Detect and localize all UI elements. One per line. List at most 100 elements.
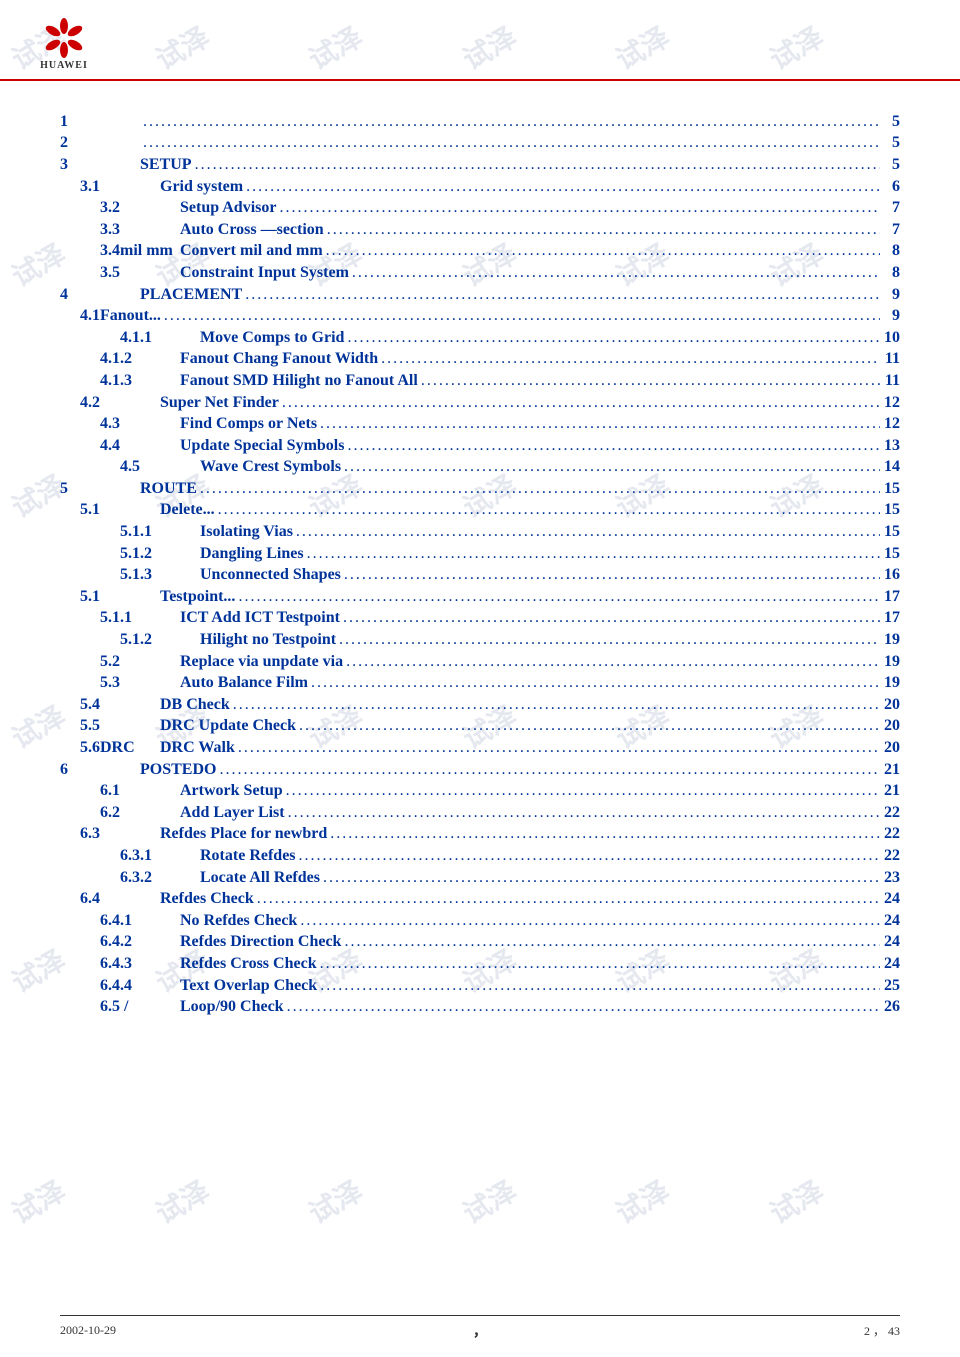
toc-row: 3.5Constraint Input System .............… bbox=[60, 262, 900, 284]
toc-row-num: 3.2 bbox=[60, 199, 180, 217]
toc-row-dots: ........................................… bbox=[216, 761, 880, 779]
toc-row: 5.4DB Check ............................… bbox=[60, 694, 900, 716]
toc-row-title: Unconnected Shapes bbox=[200, 566, 341, 584]
toc-row-page: 15 bbox=[880, 523, 900, 541]
toc-row-dots: ........................................… bbox=[344, 437, 880, 455]
toc-row-page: 5 bbox=[880, 156, 900, 174]
toc-row: 4.4Update Special Symbols ..............… bbox=[60, 435, 900, 457]
toc-row-title: Super Net Finder bbox=[160, 394, 279, 412]
toc-row-title: Auto Balance Film bbox=[180, 674, 308, 692]
toc-row: 6.5 /Loop/90 Check .....................… bbox=[60, 996, 900, 1018]
toc-row-title: Auto Cross —section bbox=[180, 221, 324, 239]
toc-row-dots: ........................................… bbox=[317, 415, 880, 433]
toc-row-page: 19 bbox=[880, 631, 900, 649]
toc-row: 6.3Refdes Place for newbrd .............… bbox=[60, 824, 900, 846]
toc-row-title: DB Check bbox=[160, 696, 230, 714]
toc-row-title: Locate All Refdes bbox=[200, 869, 320, 887]
toc-row-num: 4.1.1 bbox=[60, 329, 200, 347]
toc-row-num: 6.3.2 bbox=[60, 869, 200, 887]
toc-row-title: Isolating Vias bbox=[200, 523, 293, 541]
toc-row-page: 24 bbox=[880, 933, 900, 951]
toc-row: 5.1.2Hilight no Testpoint ..............… bbox=[60, 629, 900, 651]
toc-row-dots: ........................................… bbox=[341, 933, 880, 951]
footer-date: 2002-10-29 bbox=[60, 1323, 116, 1338]
toc-row-dots: ........................................… bbox=[284, 998, 880, 1016]
toc-row-dots: ........................................… bbox=[327, 825, 880, 843]
toc-row: 4.1.3Fanout SMD Hilight no Fanout All ..… bbox=[60, 370, 900, 392]
toc-row: 4.1.1Move Comps to Grid ................… bbox=[60, 327, 900, 349]
toc-row-num: 4.3 bbox=[60, 415, 180, 433]
toc-row-num: 4.1Fanout... bbox=[60, 307, 161, 325]
toc-row: 4.5Wave Crest Symbols ..................… bbox=[60, 457, 900, 479]
toc-row-num: 3.1 bbox=[60, 178, 160, 196]
toc-row: 5ROUTE .................................… bbox=[60, 478, 900, 500]
toc-row-page: 24 bbox=[880, 955, 900, 973]
toc-row-page: 22 bbox=[880, 804, 900, 822]
toc-row-title: Delete... bbox=[160, 501, 215, 519]
toc-row-page: 25 bbox=[880, 977, 900, 995]
huawei-logo-icon bbox=[40, 18, 88, 58]
toc-row: 5.1.2Dangling Lines ....................… bbox=[60, 543, 900, 565]
toc-row: 6.4.3Refdes Cross Check ................… bbox=[60, 953, 900, 975]
toc-row-page: 22 bbox=[880, 825, 900, 843]
toc-row-num: 4.2 bbox=[60, 394, 160, 412]
toc-row-title: Fanout SMD Hilight no Fanout All bbox=[180, 372, 418, 390]
toc-row-num: 5.6DRC bbox=[60, 739, 160, 757]
toc-row-num: 6.2 bbox=[60, 804, 180, 822]
toc-row-dots: ........................................… bbox=[378, 350, 880, 368]
toc-row-title: Refdes Cross Check bbox=[180, 955, 317, 973]
toc-row-dots: ........................................… bbox=[285, 804, 880, 822]
toc-row-title: Text Overlap Check bbox=[180, 977, 317, 995]
toc-row-page: 6 bbox=[880, 178, 900, 196]
toc-row-page: 9 bbox=[880, 286, 900, 304]
toc-row-page: 13 bbox=[880, 437, 900, 455]
toc-row-page: 15 bbox=[880, 545, 900, 563]
toc-row-num: 6.3.1 bbox=[60, 847, 200, 865]
toc-row-title: Find Comps or Nets bbox=[180, 415, 317, 433]
toc-row-num: 5.2 bbox=[60, 653, 180, 671]
toc-row-title: Testpoint... bbox=[160, 588, 235, 606]
toc-row-dots: ........................................… bbox=[341, 458, 880, 476]
page-header: HUAWEI bbox=[0, 0, 960, 81]
toc-row: 6.3.2Locate All Refdes .................… bbox=[60, 867, 900, 889]
toc-row: 2 ......................................… bbox=[60, 133, 900, 155]
toc-row-dots: ........................................… bbox=[341, 566, 880, 584]
toc-row: 4.3Find Comps or Nets ..................… bbox=[60, 413, 900, 435]
footer-page-indicator: ， bbox=[473, 1321, 487, 1341]
toc-row-num: 3.5 bbox=[60, 264, 180, 282]
toc-row-page: 20 bbox=[880, 739, 900, 757]
toc-row-dots: ........................................… bbox=[317, 955, 880, 973]
toc-row: 6.4.4Text Overlap Check ................… bbox=[60, 975, 900, 997]
page-footer: 2002-10-29 ， 2 ， 43 bbox=[60, 1315, 900, 1339]
toc-row: 5.1Testpoint... ........................… bbox=[60, 586, 900, 608]
toc-row-num: 6.4.4 bbox=[60, 977, 180, 995]
toc-row-dots: ........................................… bbox=[344, 329, 880, 347]
toc-row-num: 5.4 bbox=[60, 696, 160, 714]
toc-row: 3.1Grid system .........................… bbox=[60, 176, 900, 198]
toc-row-dots: ........................................… bbox=[230, 696, 880, 714]
toc-row: 6.3.1Rotate Refdes .....................… bbox=[60, 845, 900, 867]
toc-row-num: 4.1.2 bbox=[60, 350, 180, 368]
toc-row-num: 6.4.2 bbox=[60, 933, 180, 951]
toc-row-dots: ........................................… bbox=[349, 264, 880, 282]
toc-row-title: Constraint Input System bbox=[180, 264, 349, 282]
toc-row-num: 4 bbox=[60, 286, 140, 304]
toc-row-num: 2 bbox=[60, 134, 140, 152]
toc-row-page: 20 bbox=[880, 696, 900, 714]
toc-row-title: Setup Advisor bbox=[180, 199, 276, 217]
logo-area: HUAWEI bbox=[40, 18, 88, 71]
toc-row-num: 6.5 / bbox=[60, 998, 180, 1016]
toc-row-dots: ........................................… bbox=[235, 739, 880, 757]
toc-row-title: Update Special Symbols bbox=[180, 437, 344, 455]
toc-row-dots: ........................................… bbox=[276, 199, 880, 217]
toc-row-dots: ........................................… bbox=[293, 523, 880, 541]
toc-row-num: 5.1.2 bbox=[60, 545, 200, 563]
toc-row: 4.2Super Net Finder ....................… bbox=[60, 392, 900, 414]
toc-row-title: Move Comps to Grid bbox=[200, 329, 344, 347]
toc-row: 5.6DRCDRC Walk .........................… bbox=[60, 737, 900, 759]
toc-row-dots: ........................................… bbox=[297, 912, 880, 930]
toc-row-dots: ........................................… bbox=[140, 113, 880, 131]
toc-row-dots: ........................................… bbox=[296, 847, 880, 865]
toc-row-page: 15 bbox=[880, 501, 900, 519]
toc-row-num: 4.5 bbox=[60, 458, 200, 476]
